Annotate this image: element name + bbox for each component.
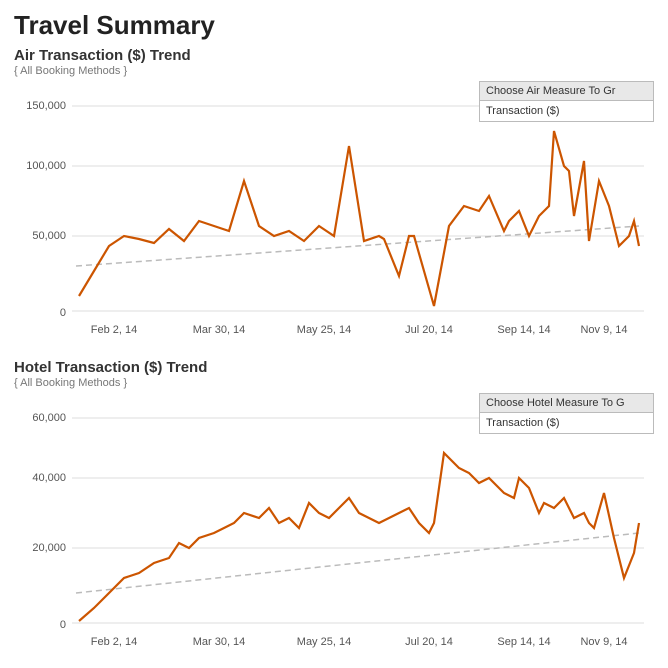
hotel-measure-header: Choose Hotel Measure To G	[480, 394, 653, 413]
svg-text:Jul 20, 14: Jul 20, 14	[405, 636, 453, 648]
hotel-chart-section: Hotel Transaction ($) Trend { All Bookin…	[0, 359, 668, 663]
svg-text:150,000: 150,000	[26, 100, 66, 112]
svg-text:Jul 20, 14: Jul 20, 14	[405, 324, 453, 336]
svg-text:Mar 30, 14: Mar 30, 14	[193, 324, 246, 336]
air-chart-container: Choose Air Measure To Gr Transaction ($)…	[14, 81, 654, 351]
hotel-chart-subtitle: { All Booking Methods }	[14, 377, 654, 389]
svg-text:100,000: 100,000	[26, 160, 66, 172]
svg-text:Feb 2, 14: Feb 2, 14	[91, 324, 137, 336]
air-measure-box[interactable]: Choose Air Measure To Gr Transaction ($)	[479, 81, 654, 122]
page-title: Travel Summary	[0, 0, 668, 47]
air-chart-section: Air Transaction ($) Trend { All Booking …	[0, 47, 668, 351]
air-measure-header: Choose Air Measure To Gr	[480, 82, 653, 101]
air-measure-option[interactable]: Transaction ($)	[480, 101, 653, 121]
svg-text:0: 0	[60, 619, 66, 631]
svg-text:Nov 9, 14: Nov 9, 14	[580, 636, 627, 648]
svg-text:Feb 2, 14: Feb 2, 14	[91, 636, 137, 648]
svg-text:Nov 9, 14: Nov 9, 14	[580, 324, 627, 336]
svg-text:Mar 30, 14: Mar 30, 14	[193, 636, 246, 648]
air-chart-title: Air Transaction ($) Trend	[14, 47, 654, 64]
svg-text:Sep 14, 14: Sep 14, 14	[497, 636, 550, 648]
svg-text:20,000: 20,000	[32, 542, 66, 554]
svg-text:50,000: 50,000	[32, 230, 66, 242]
air-chart-subtitle: { All Booking Methods }	[14, 65, 654, 77]
hotel-measure-box[interactable]: Choose Hotel Measure To G Transaction ($…	[479, 393, 654, 434]
svg-text:May 25, 14: May 25, 14	[297, 636, 351, 648]
svg-text:Sep 14, 14: Sep 14, 14	[497, 324, 550, 336]
svg-text:60,000: 60,000	[32, 412, 66, 424]
hotel-chart-title: Hotel Transaction ($) Trend	[14, 359, 654, 376]
svg-text:40,000: 40,000	[32, 472, 66, 484]
hotel-measure-option[interactable]: Transaction ($)	[480, 413, 653, 433]
svg-text:May 25, 14: May 25, 14	[297, 324, 351, 336]
svg-text:0: 0	[60, 307, 66, 319]
hotel-chart-container: Choose Hotel Measure To G Transaction ($…	[14, 393, 654, 663]
